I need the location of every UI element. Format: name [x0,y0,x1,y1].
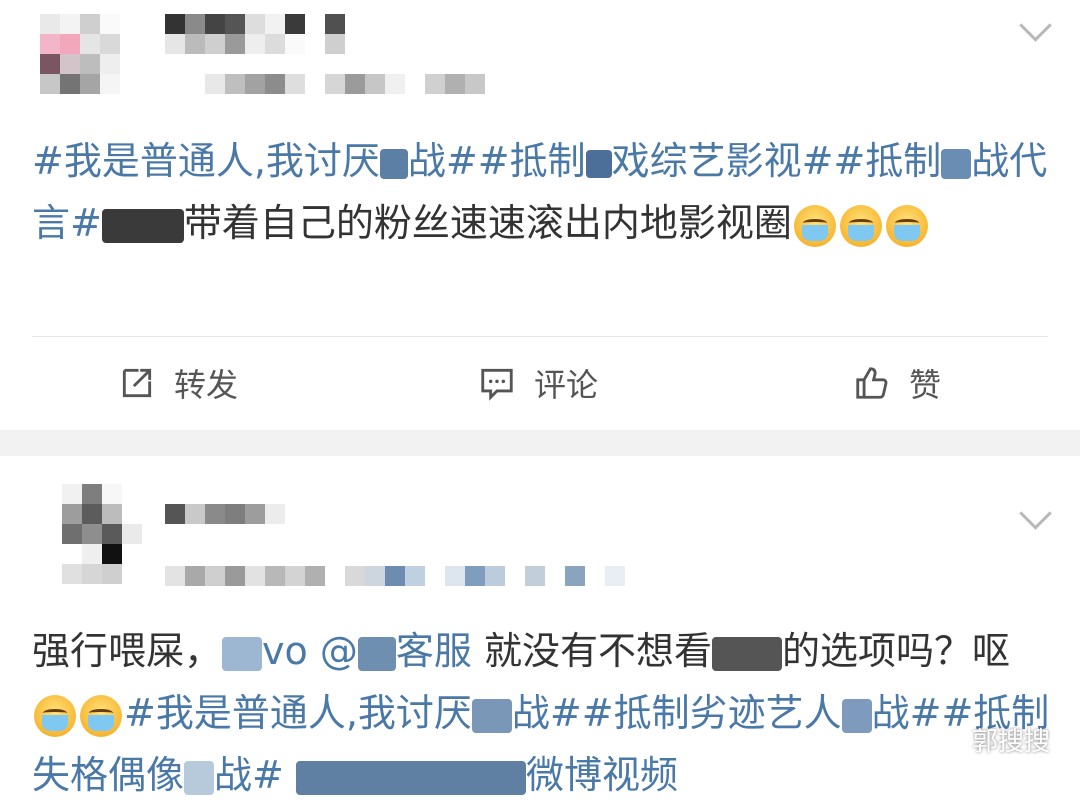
avatar[interactable] [62,484,142,584]
hashtag-link[interactable]: vo @ [262,629,358,673]
post-meta [165,566,645,586]
wechat-icon [929,726,963,752]
hashtag-link[interactable]: 戏综艺影视##抵制 [612,139,942,183]
censor-block [101,208,184,243]
hashtag-link[interactable]: 客服 [396,629,484,673]
post-meta [165,74,505,94]
hashtag-link[interactable]: #我是普通人,我讨厌 [32,139,380,183]
post-text-segment: 的选项吗？呕 [781,629,1010,673]
vomit-emoji [80,694,122,737]
hashtag-link[interactable]: 战##抵制劣迹艺人 [512,691,842,735]
censor-block [357,636,396,671]
post-body: #我是普通人,我讨厌 战##抵制 戏综艺影视##抵制 战代言# 带着自己的粉丝速速滚出内… [32,130,1052,254]
hashtag-link[interactable]: 战##抵制 [408,139,586,183]
comment-icon [481,368,513,401]
chevron-down-icon[interactable] [1019,497,1052,530]
comment-label: 评论 [534,366,599,404]
post-card-1: #我是普通人,我讨厌 战##抵制 戏综艺影视##抵制 战代言# 带着自己的粉丝速速滚出内… [0,0,1080,430]
censor-block [222,636,263,671]
post-body: 强行喂屎， vo @ 客服 就没有不想看 的选项吗？呕 #我是普通人,我讨厌 战##抵制劣… [32,620,1052,806]
thumbs-up-icon [856,367,888,399]
hashtag-link[interactable]: #我是普通人,我讨厌 [124,691,472,735]
censor-block [379,148,408,179]
censor-block [585,149,612,178]
censor-block [841,698,872,733]
censor-block [471,698,512,733]
username[interactable] [165,14,345,54]
censor-block [295,760,526,795]
username[interactable] [165,504,285,524]
chevron-down-icon[interactable] [1019,9,1052,42]
watermark: 郭搜搜 [928,721,1050,758]
comment-button[interactable]: 评论 [478,356,598,410]
avatar[interactable] [40,14,120,94]
post-text-segment: 带着自己的粉丝速速滚出内地影视圈 [183,201,792,245]
watermark-text: 郭搜搜 [971,727,1050,757]
post-text-segment: 强行喂屎， [32,629,223,673]
vomit-emoji [793,204,836,247]
vomit-emoji [885,204,928,247]
post-text-segment: 就没有不想看 [483,629,712,673]
like-label: 赞 [909,366,942,404]
divider [32,336,1048,337]
share-icon [122,368,152,398]
share-button[interactable]: 转发 [118,356,238,410]
censor-block [941,148,972,179]
censor-block [711,636,782,671]
hashtag-link[interactable]: 战# [214,753,296,797]
like-button[interactable]: 赞 [853,356,941,410]
post-card-2: 强行喂屎， vo @ 客服 就没有不想看 的选项吗？呕 #我是普通人,我讨厌 战##抵制劣… [0,456,1080,797]
vomit-emoji [34,694,76,737]
vomit-emoji [839,204,882,247]
censor-block [184,760,215,795]
feed-separator [0,430,1080,456]
hashtag-link[interactable]: 微博视频 [526,753,678,797]
share-label: 转发 [174,366,239,404]
